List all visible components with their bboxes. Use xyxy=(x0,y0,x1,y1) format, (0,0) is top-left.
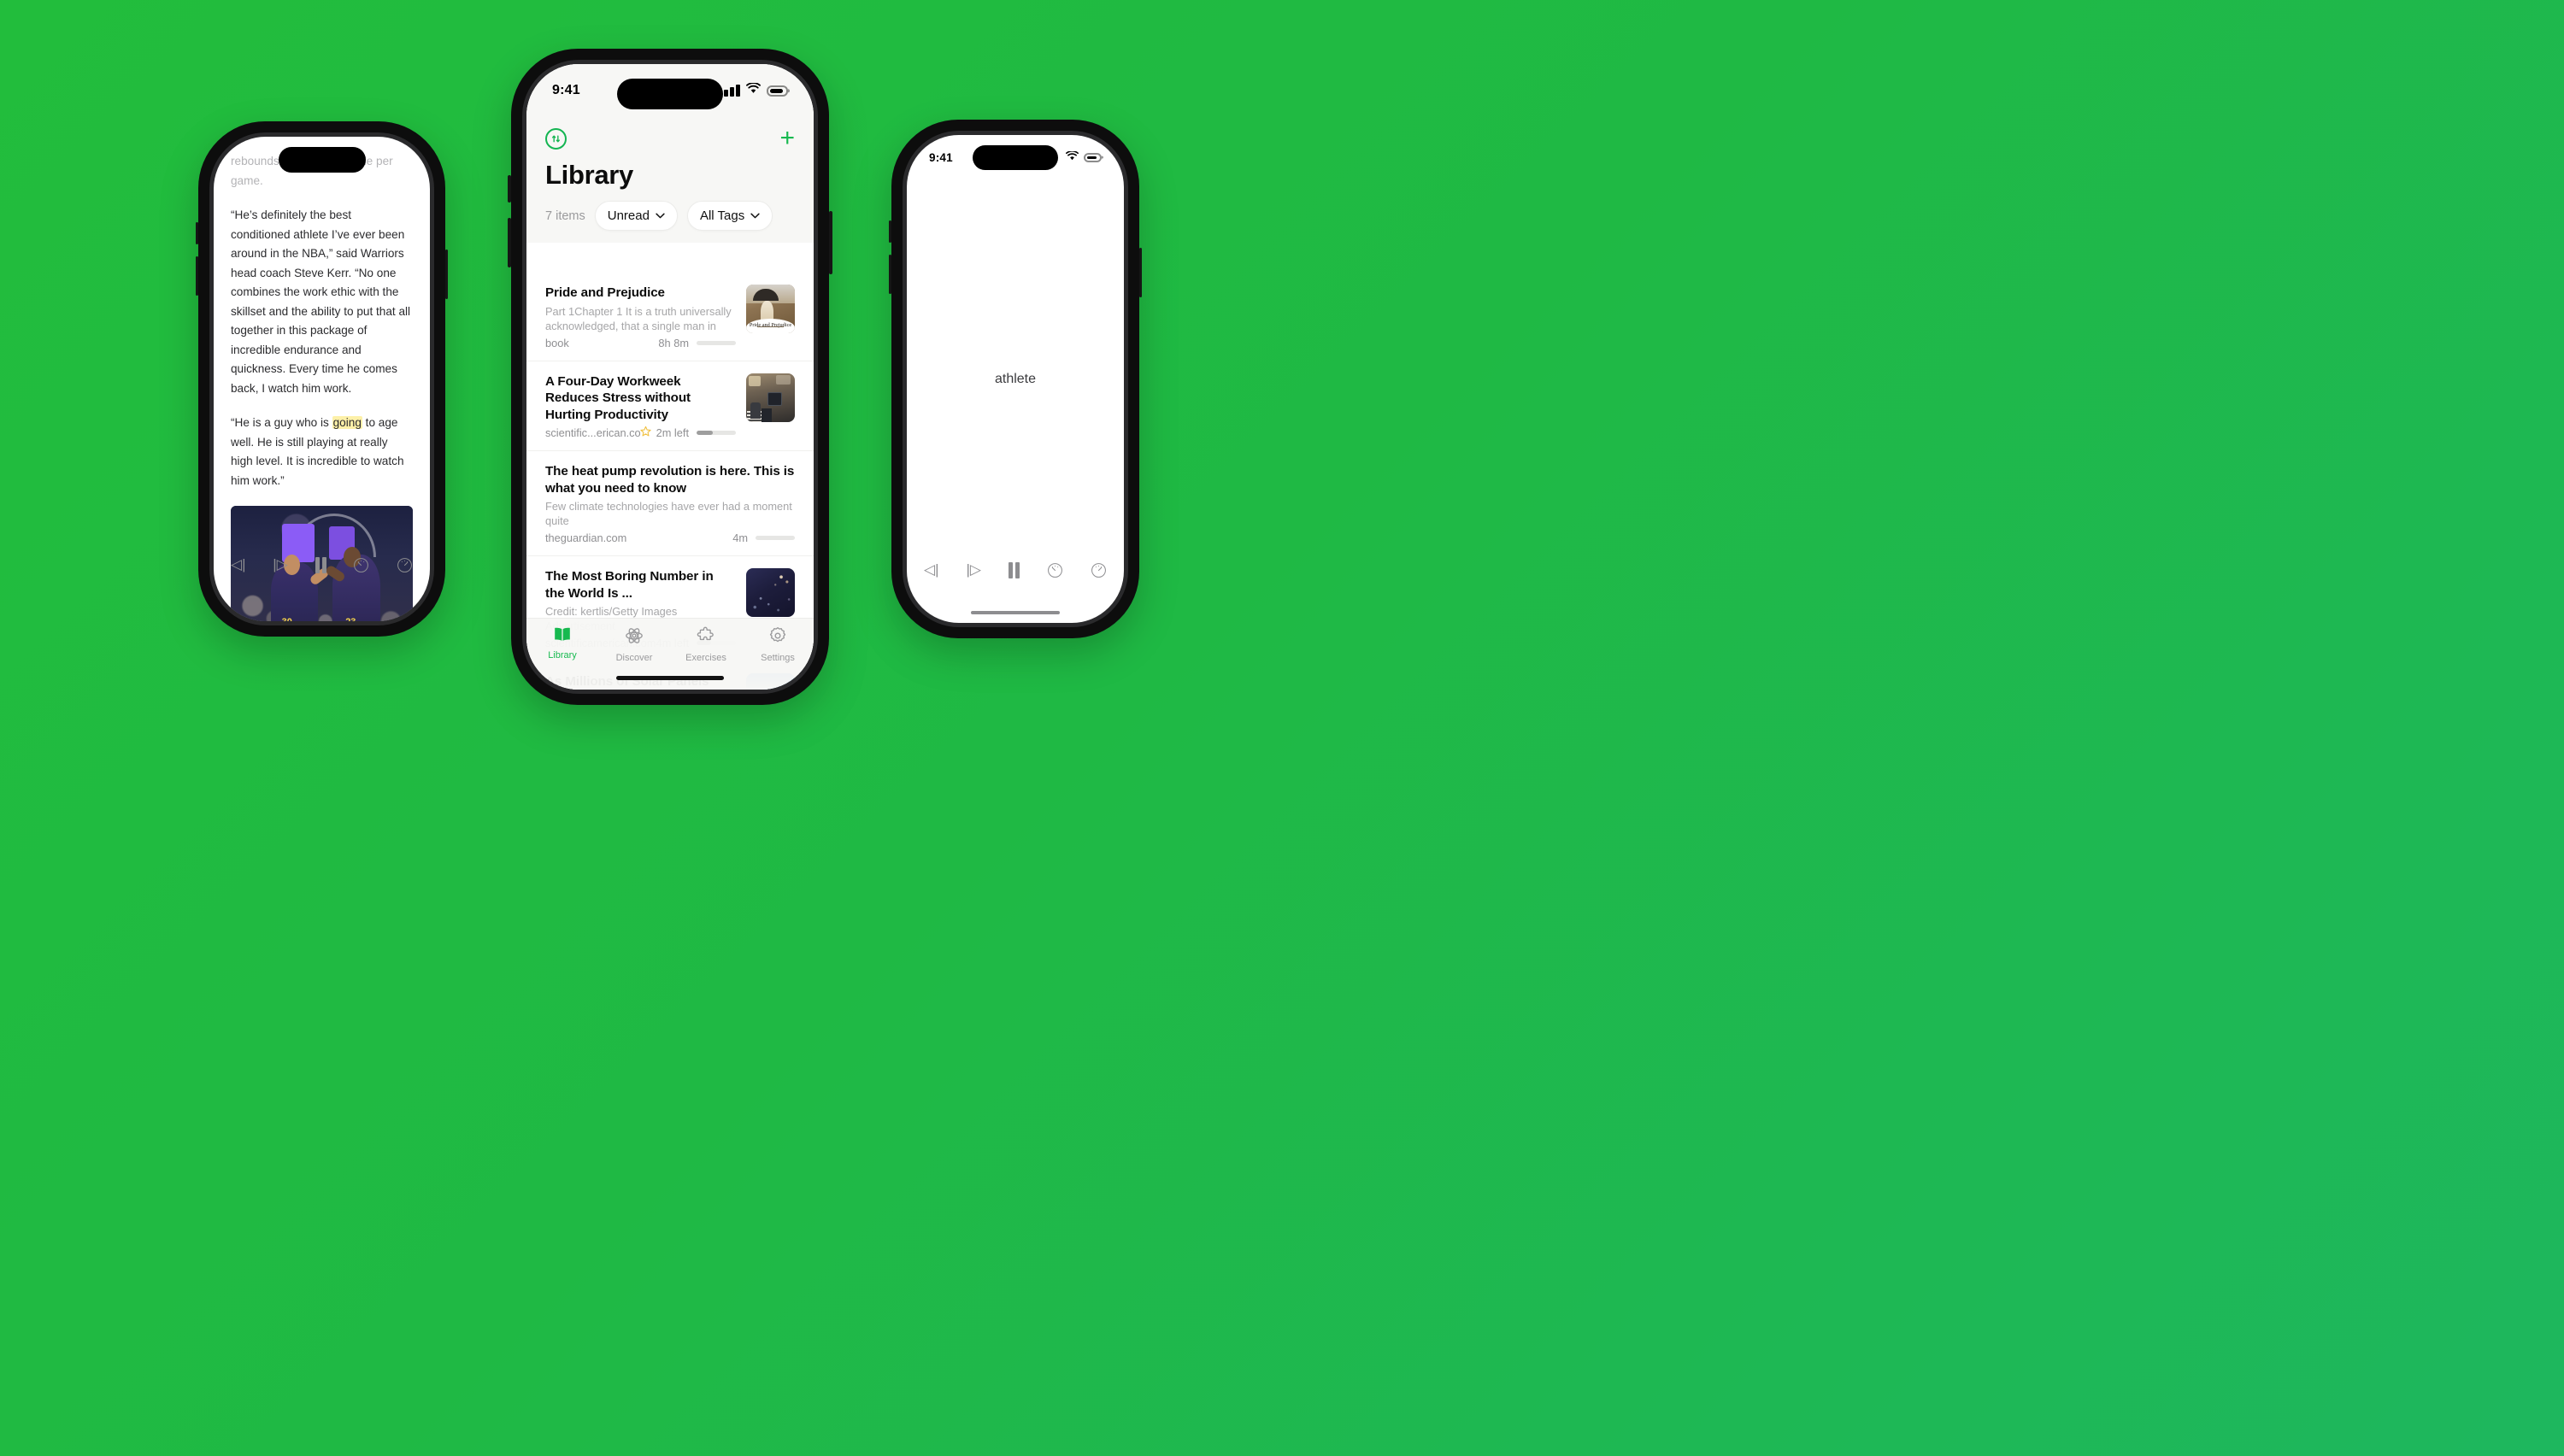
sync-icon[interactable] xyxy=(545,127,567,150)
article-paragraph-1: “He’s definitely the best conditioned at… xyxy=(231,208,411,395)
highlighted-word[interactable]: going xyxy=(332,416,362,429)
read-status-filter[interactable]: Unread xyxy=(594,201,678,231)
tab-discover[interactable]: Discover xyxy=(598,626,670,663)
left-phone-screen: rebounds and assists made per game. “He’… xyxy=(214,137,430,621)
item-thumbnail xyxy=(746,373,795,422)
item-count: 7 items xyxy=(545,208,585,223)
status-time: 9:41 xyxy=(929,150,953,164)
battery-icon xyxy=(767,85,788,97)
puzzle-icon xyxy=(697,626,715,649)
center-phone-frame: 9:41 + Library 7 items Unread All Tags P… xyxy=(508,49,832,705)
volume-down-button[interactable] xyxy=(508,218,511,267)
item-thumbnail xyxy=(746,568,795,617)
add-item-button[interactable]: + xyxy=(779,126,795,151)
right-player-controls: ◁| |▷ xyxy=(907,561,1124,578)
book-icon xyxy=(553,626,572,647)
power-button[interactable] xyxy=(1139,248,1142,297)
wifi-icon xyxy=(746,82,761,98)
left-player-controls: ◁| |▷ xyxy=(214,556,430,573)
forward-button[interactable]: |▷ xyxy=(273,556,288,573)
right-phone-frame: 9:41 athlete ◁| |▷ xyxy=(889,120,1142,638)
atom-icon xyxy=(625,626,644,649)
chevron-down-icon xyxy=(656,211,665,221)
tab-library-label: Library xyxy=(548,650,577,660)
article-body: rebounds and assists made per game. “He’… xyxy=(214,137,430,621)
read-status-filter-label: Unread xyxy=(607,208,650,223)
tab-settings[interactable]: Settings xyxy=(742,626,814,663)
tags-filter-label: All Tags xyxy=(699,208,745,223)
gear-icon xyxy=(768,626,787,649)
pause-button[interactable] xyxy=(1009,561,1020,578)
volume-up-button[interactable] xyxy=(196,222,198,244)
battery-icon xyxy=(1084,152,1102,162)
tags-filter[interactable]: All Tags xyxy=(686,201,773,231)
dynamic-island xyxy=(278,147,366,173)
volume-up-button[interactable] xyxy=(508,175,511,203)
item-progress-bar xyxy=(697,340,736,345)
pause-button[interactable] xyxy=(315,556,326,573)
tab-exercises[interactable]: Exercises xyxy=(670,626,742,663)
rewind-button[interactable]: ◁| xyxy=(924,561,939,578)
right-phone-screen: 9:41 athlete ◁| |▷ xyxy=(907,135,1124,623)
rewind-button[interactable]: ◁| xyxy=(231,556,246,573)
dynamic-island xyxy=(617,79,723,109)
page-title: Library xyxy=(545,160,633,190)
left-phone-bezel: rebounds and assists made per game. “He’… xyxy=(209,132,434,625)
tab-settings-label: Settings xyxy=(761,653,795,663)
forward-button[interactable]: |▷ xyxy=(967,561,982,578)
center-phone-bezel: 9:41 + Library 7 items Unread All Tags P… xyxy=(522,60,818,694)
item-source: book xyxy=(545,336,569,349)
list-item[interactable]: A Four-Day Workweek Reduces Stress witho… xyxy=(526,361,814,451)
chevron-down-icon xyxy=(750,211,760,221)
list-item[interactable]: The heat pump revolution is here. This i… xyxy=(526,451,814,556)
volume-up-button[interactable] xyxy=(889,220,891,243)
item-title: A Four-Day Workweek Reduces Stress witho… xyxy=(545,373,691,422)
center-phone-screen: 9:41 + Library 7 items Unread All Tags P… xyxy=(526,64,814,690)
item-source: theguardian.com xyxy=(545,531,627,544)
focus-word: athlete xyxy=(994,371,1037,386)
wifi-icon xyxy=(1066,150,1079,165)
status-time: 9:41 xyxy=(552,83,580,97)
home-indicator[interactable] xyxy=(971,611,1060,614)
timer-button[interactable] xyxy=(1091,562,1107,578)
speed-button[interactable] xyxy=(1047,562,1063,578)
left-phone-frame: rebounds and assists made per game. “He’… xyxy=(196,121,448,637)
item-thumbnail: Pride and Prejudice xyxy=(746,285,795,333)
tab-library[interactable]: Library xyxy=(526,626,598,660)
item-title: The Most Boring Number in the World Is .… xyxy=(545,569,714,601)
item-snippet: Few climate technologies have ever had a… xyxy=(545,500,792,527)
volume-down-button[interactable] xyxy=(196,256,198,296)
item-source: scientific...erican.com xyxy=(545,426,640,439)
filter-bar: 7 items Unread All Tags xyxy=(545,201,795,243)
item-title: Pride and Prejudice xyxy=(545,285,665,300)
article-paragraph-2: “He is a guy who is going to age well. H… xyxy=(231,414,413,490)
item-time: 2m left xyxy=(656,426,689,439)
power-button[interactable] xyxy=(829,211,832,274)
paragraph-2-before: “He is a guy who is xyxy=(231,416,332,429)
volume-down-button[interactable] xyxy=(889,255,891,294)
item-time: 4m xyxy=(732,531,748,544)
list-item[interactable]: Pride and Prejudice Part 1Chapter 1 It i… xyxy=(526,273,814,361)
star-icon[interactable] xyxy=(639,426,651,439)
power-button[interactable] xyxy=(445,250,448,299)
item-snippet: Part 1Chapter 1 It is a truth universall… xyxy=(545,304,732,332)
item-progress-bar xyxy=(697,430,736,435)
speed-button[interactable] xyxy=(353,557,369,573)
tab-discover-label: Discover xyxy=(615,653,653,663)
item-progress-bar xyxy=(756,536,795,540)
timer-button[interactable] xyxy=(397,557,413,573)
home-indicator[interactable] xyxy=(616,676,724,680)
dynamic-island xyxy=(973,145,1058,170)
item-time: 8h 8m xyxy=(658,336,689,349)
right-phone-bezel: 9:41 athlete ◁| |▷ xyxy=(903,131,1128,627)
tab-exercises-label: Exercises xyxy=(685,653,726,663)
item-title: The heat pump revolution is here. This i… xyxy=(545,464,795,496)
